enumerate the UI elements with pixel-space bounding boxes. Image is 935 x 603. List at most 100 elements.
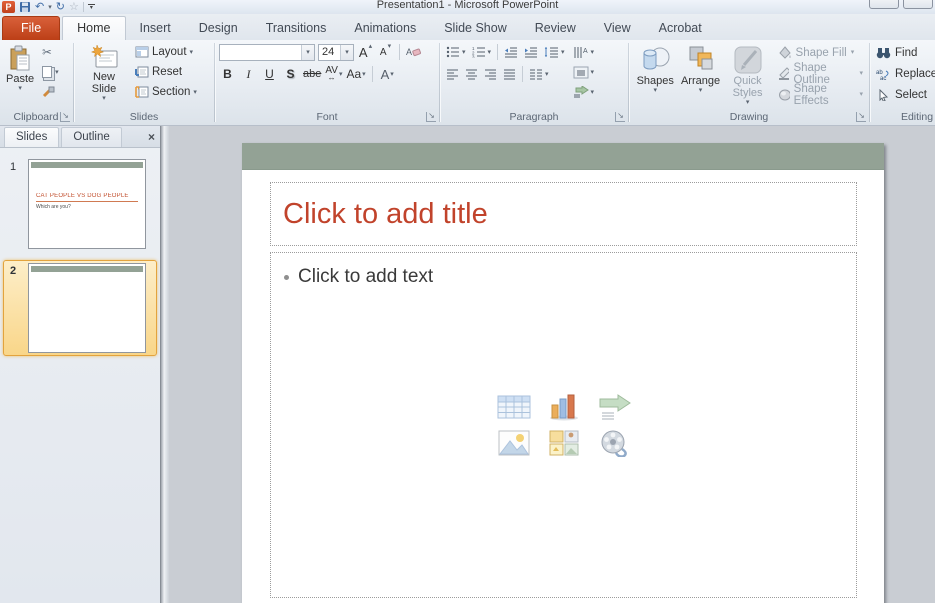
group-separator bbox=[73, 43, 74, 122]
columns-button[interactable]: ▾ bbox=[527, 65, 551, 83]
reset-button[interactable]: Reset bbox=[132, 63, 200, 81]
group-separator bbox=[439, 43, 440, 122]
slide-thumbnail-row-1[interactable]: 1 CAT PEOPLE VS DOG PEOPLE Which are you… bbox=[3, 156, 157, 252]
chevron-down-icon: ▾ bbox=[345, 49, 349, 56]
powerpoint-window: P ↶ ▾ ↻ ☆ ▾ Presentation1 - Microsoft Po… bbox=[0, 0, 935, 603]
copy-button[interactable]: ▾ bbox=[39, 63, 62, 81]
close-panel-icon[interactable]: × bbox=[148, 131, 155, 143]
tab-animations[interactable]: Animations bbox=[340, 17, 430, 40]
minimize-button[interactable] bbox=[869, 0, 899, 9]
insert-smartart-icon[interactable] bbox=[596, 393, 632, 421]
chevron-down-icon: ▾ bbox=[545, 71, 549, 78]
strikethrough-button[interactable]: abe bbox=[303, 65, 321, 83]
dialog-launcher-icon[interactable]: ↘ bbox=[60, 112, 70, 122]
slide-1-title: CAT PEOPLE VS DOG PEOPLE bbox=[36, 193, 138, 202]
insert-media-clip-icon[interactable] bbox=[598, 429, 630, 457]
decrease-indent-icon bbox=[504, 46, 518, 58]
align-center-button[interactable] bbox=[463, 65, 480, 83]
convert-to-smartart-button[interactable]: ▾ bbox=[571, 83, 597, 101]
new-slide-button[interactable]: New Slide ▾ bbox=[78, 43, 130, 104]
align-left-button[interactable] bbox=[444, 65, 461, 83]
numbering-button[interactable]: 123 ▾ bbox=[470, 43, 494, 61]
clear-formatting-button[interactable]: A bbox=[405, 43, 422, 61]
dialog-launcher-icon[interactable]: ↘ bbox=[426, 112, 436, 122]
chevron-down-icon: ▾ bbox=[561, 49, 565, 56]
tab-slides[interactable]: Slides bbox=[4, 127, 59, 147]
slide-1-subtitle: Which are you? bbox=[36, 204, 71, 210]
shape-outline-button[interactable]: Shape Outline ▾ bbox=[776, 64, 865, 83]
tab-review[interactable]: Review bbox=[521, 17, 590, 40]
find-button[interactable]: Find bbox=[874, 43, 935, 62]
slide-accent-bar bbox=[31, 162, 143, 168]
tab-acrobat[interactable]: Acrobat bbox=[645, 17, 716, 40]
grow-font-button[interactable]: A▴ bbox=[357, 43, 374, 61]
shape-effects-button[interactable]: Shape Effects ▾ bbox=[776, 85, 865, 104]
align-right-button[interactable] bbox=[482, 65, 499, 83]
paste-button[interactable]: Paste ▾ bbox=[3, 43, 37, 94]
clear-formatting-icon: A bbox=[406, 46, 421, 59]
chevron-down-icon: ▾ bbox=[190, 49, 194, 56]
underline-button[interactable]: U bbox=[261, 65, 278, 83]
content-placeholder[interactable]: Click to add text bbox=[270, 252, 857, 598]
tab-insert[interactable]: Insert bbox=[126, 17, 185, 40]
layout-button[interactable]: Layout ▾ bbox=[132, 43, 200, 61]
italic-button[interactable]: I bbox=[240, 65, 257, 83]
clipboard-group: Paste ▾ ✂ ▾ Clipboard ↘ bbox=[0, 40, 72, 125]
justify-button[interactable] bbox=[501, 65, 518, 83]
format-painter-button[interactable] bbox=[39, 83, 62, 101]
paragraph-group-label: Paragraph bbox=[441, 111, 627, 123]
shrink-font-button[interactable]: A▾ bbox=[377, 43, 394, 61]
cut-button[interactable]: ✂ bbox=[39, 43, 62, 61]
slide-1-thumbnail[interactable]: CAT PEOPLE VS DOG PEOPLE Which are you? bbox=[28, 159, 146, 249]
align-text-button[interactable]: ▾ bbox=[571, 63, 597, 81]
insert-picture-icon[interactable] bbox=[497, 429, 531, 457]
replace-button[interactable]: abac Replace bbox=[874, 64, 935, 83]
text-shadow-button[interactable]: S bbox=[282, 65, 299, 83]
font-size-combo[interactable]: 24 ▾ bbox=[318, 44, 354, 61]
decrease-indent-button[interactable] bbox=[502, 43, 520, 61]
character-spacing-button[interactable]: AV↔ ▾ bbox=[325, 65, 342, 83]
quick-styles-button[interactable]: Quick Styles ▾ bbox=[724, 43, 772, 108]
tab-design[interactable]: Design bbox=[185, 17, 252, 40]
justify-icon bbox=[503, 69, 516, 80]
line-spacing-icon bbox=[544, 46, 559, 58]
tab-outline[interactable]: Outline bbox=[61, 127, 121, 147]
title-placeholder[interactable]: Click to add title bbox=[270, 182, 857, 246]
bullets-button[interactable]: ▾ bbox=[444, 43, 468, 61]
tab-file[interactable]: File bbox=[2, 16, 60, 40]
slide-2-thumbnail[interactable] bbox=[28, 263, 146, 353]
chevron-down-icon: ▾ bbox=[102, 95, 106, 102]
tab-transitions[interactable]: Transitions bbox=[252, 17, 341, 40]
change-case-button[interactable]: Aa▾ bbox=[346, 65, 365, 83]
chevron-down-icon: ▾ bbox=[488, 49, 492, 56]
section-button[interactable]: Section ▾ bbox=[132, 83, 200, 101]
font-name-combo[interactable]: ▾ bbox=[219, 44, 315, 61]
insert-table-icon[interactable] bbox=[496, 393, 532, 421]
increase-indent-button[interactable] bbox=[522, 43, 540, 61]
paragraph-group: ▾ 123 ▾ bbox=[441, 40, 627, 125]
dialog-launcher-icon[interactable]: ↘ bbox=[615, 112, 625, 122]
slides-group: New Slide ▾ Layout ▾ Reset Sec bbox=[75, 40, 213, 125]
caret-down-icon: ▾ bbox=[388, 43, 392, 50]
insert-clipart-icon[interactable] bbox=[548, 429, 580, 457]
tab-view[interactable]: View bbox=[590, 17, 645, 40]
maximize-button[interactable] bbox=[903, 0, 933, 9]
slide-thumbnail-row-2[interactable]: 2 bbox=[3, 260, 157, 356]
slide-canvas[interactable]: Click to add title Click to add text bbox=[242, 143, 884, 603]
chevron-down-icon: ▾ bbox=[193, 89, 197, 96]
arrange-button[interactable]: Arrange ▾ bbox=[677, 43, 723, 96]
dialog-launcher-icon[interactable]: ↘ bbox=[856, 112, 866, 122]
font-color-button[interactable]: A▾ bbox=[379, 65, 396, 83]
line-spacing-button[interactable]: ▾ bbox=[542, 43, 567, 61]
tab-slide-show[interactable]: Slide Show bbox=[430, 17, 521, 40]
shapes-button[interactable]: Shapes ▾ bbox=[633, 43, 677, 96]
tab-home[interactable]: Home bbox=[62, 16, 125, 40]
insert-chart-icon[interactable] bbox=[547, 393, 581, 421]
select-button[interactable]: Select bbox=[874, 85, 935, 104]
paste-icon bbox=[8, 45, 32, 73]
find-label: Find bbox=[895, 47, 917, 59]
shape-fill-button[interactable]: Shape Fill ▾ bbox=[776, 43, 865, 62]
panel-tab-bar: Slides Outline × bbox=[0, 126, 160, 148]
text-direction-button[interactable]: A ▾ bbox=[571, 43, 597, 61]
bold-button[interactable]: B bbox=[219, 65, 236, 83]
